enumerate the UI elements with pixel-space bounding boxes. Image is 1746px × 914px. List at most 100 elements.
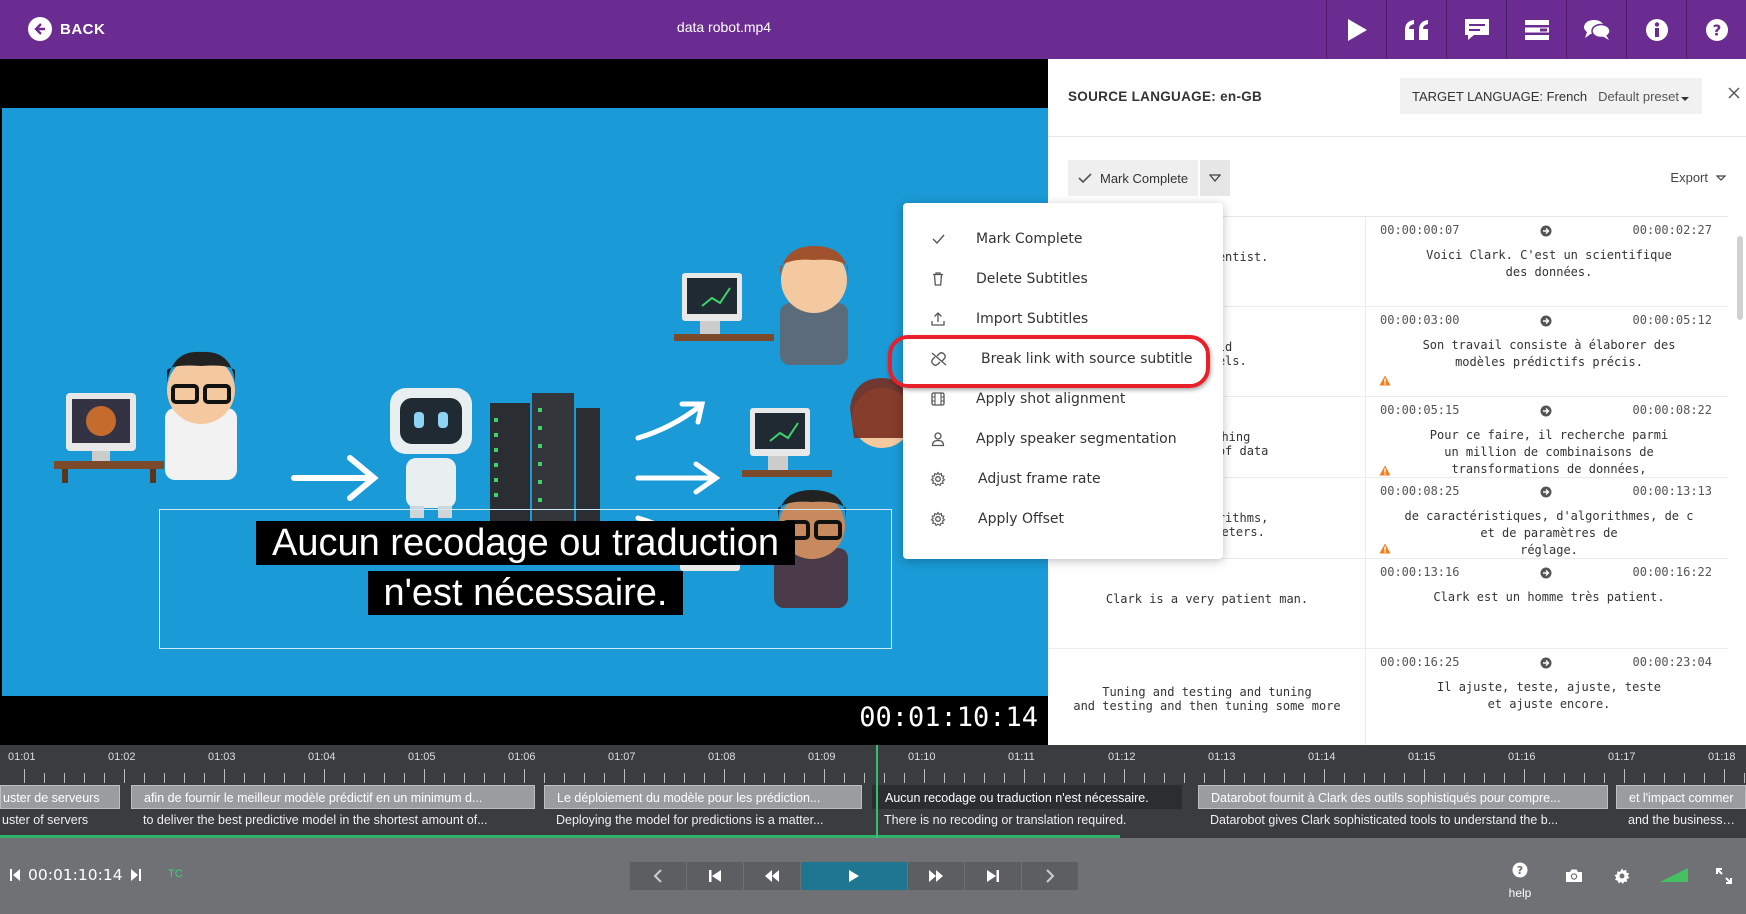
subtitle-overlay: Aucun recodage ou traduction n'est néces…	[159, 521, 892, 621]
fast-forward-button[interactable]	[908, 862, 964, 890]
timeline-tick	[1024, 769, 1025, 783]
info-icon[interactable]	[1626, 0, 1686, 59]
warning-icon[interactable]	[1379, 375, 1391, 389]
skip-to-end-button[interactable]	[965, 862, 1021, 890]
target-cell[interactable]: 00:00:00:07 00:00:02:27 Voici Clark. C'e…	[1368, 217, 1728, 306]
timeline-tick-label: 01:05	[408, 751, 436, 763]
svg-text:?: ?	[1517, 864, 1523, 877]
timeline-tick	[1264, 773, 1265, 783]
menu-item-apply-shot-alignment[interactable]: Apply shot alignment	[903, 379, 1223, 419]
menu-item-mark-complete[interactable]: Mark Complete	[903, 219, 1223, 259]
timeline-tick	[1204, 773, 1205, 783]
menu-item-delete-subtitles[interactable]: Delete Subtitles	[903, 259, 1223, 299]
timeline-tick-label: 01:07	[608, 751, 636, 763]
back-button[interactable]: BACK	[28, 16, 105, 42]
timeline-tick	[784, 773, 785, 783]
target-cell[interactable]: 00:00:08:25 00:00:13:13 de caractéristiq…	[1368, 478, 1728, 558]
transport-buttons	[630, 862, 1079, 890]
timeline[interactable]: 01:01 01:02 01:03 01:04 01:05 01:06 01:07 01:08…	[0, 745, 1746, 838]
warning-icon[interactable]	[1379, 465, 1391, 479]
skip-end-icon[interactable]	[130, 868, 141, 882]
track-segment[interactable]: uster de serveurs	[0, 785, 120, 809]
menu-item-break-link[interactable]: Break link with source subtitle	[903, 339, 1223, 379]
gear-icon[interactable]	[1614, 868, 1630, 889]
export-button[interactable]: Export	[1670, 170, 1726, 185]
caption-icon[interactable]	[1446, 0, 1506, 59]
subtitle-row[interactable]: Tuning and testing and tuning and testin…	[1048, 649, 1728, 745]
tc-badge[interactable]: TC	[168, 868, 183, 880]
playhead[interactable]	[876, 745, 878, 838]
track-segment[interactable]: There is no recoding or translation requ…	[872, 809, 1182, 833]
target-cell[interactable]: 00:00:03:00 00:00:05:12 Son travail cons…	[1368, 307, 1728, 396]
playback-controls: 00:01:10:14 TC ? help	[0, 838, 1746, 914]
timeline-tick	[484, 773, 485, 783]
next-frame-button[interactable]	[1022, 862, 1078, 890]
current-timecode: 00:01:10:14	[28, 866, 123, 884]
timeline-tick-label: 01:18	[1708, 751, 1736, 763]
track-segment[interactable]: to deliver the best predictive model in …	[131, 809, 535, 833]
target-language-select[interactable]: TARGET LANGUAGE: French Default preset	[1400, 78, 1702, 114]
track-segment[interactable]: uster of servers	[0, 809, 120, 833]
lines-icon[interactable]	[1506, 0, 1566, 59]
time-out: 00:00:16:22	[1632, 565, 1712, 579]
skip-to-start-button[interactable]	[687, 862, 743, 890]
menu-item-import-subtitles[interactable]: Import Subtitles	[903, 299, 1223, 339]
camera-icon[interactable]	[1565, 868, 1583, 888]
source-track[interactable]: uster of servers to deliver the best pre…	[0, 809, 1746, 833]
help-button[interactable]: ? help	[1505, 862, 1535, 900]
subtitle-line-1: Aucun recodage ou traduction	[255, 521, 796, 565]
timeline-tick	[1524, 769, 1525, 783]
volume-level-icon[interactable]	[1660, 868, 1688, 887]
subtitle-row[interactable]: Clark is a very patient man. 00:00:13:16…	[1048, 559, 1728, 649]
top-toolbar: ?	[1326, 0, 1746, 59]
track-segment-active[interactable]: Aucun recodage ou traduction n'est néces…	[872, 785, 1182, 809]
target-track[interactable]: uster de serveurs afin de fournir le mei…	[0, 785, 1746, 809]
time-out: 00:00:13:13	[1632, 484, 1712, 498]
source-cell[interactable]: Clark is a very patient man.	[1048, 559, 1366, 648]
time-in: 00:00:13:16	[1380, 565, 1460, 579]
play-button[interactable]	[801, 862, 907, 890]
menu-item-apply-offset[interactable]: Apply Offset	[903, 499, 1223, 539]
timeline-ruler[interactable]: 01:01 01:02 01:03 01:04 01:05 01:06 01:07 01:08…	[0, 745, 1746, 785]
timeline-tick	[624, 769, 625, 783]
rewind-button[interactable]	[744, 862, 800, 890]
timeline-tick	[384, 773, 385, 783]
timeline-tick-label: 01:12	[1108, 751, 1136, 763]
menu-item-adjust-frame-rate[interactable]: Adjust frame rate	[903, 459, 1223, 499]
warning-icon[interactable]	[1379, 543, 1391, 557]
track-segment[interactable]: and the business im	[1616, 809, 1746, 833]
track-segment[interactable]: Le déploiement du modèle pour les prédic…	[544, 785, 862, 809]
quote-icon[interactable]	[1386, 0, 1446, 59]
chat-icon[interactable]	[1566, 0, 1626, 59]
preset-label: Default preset	[1598, 88, 1679, 104]
track-segment[interactable]: afin de fournir le meilleur modèle prédi…	[131, 785, 535, 809]
track-segment[interactable]: Datarobot gives Clark sophisticated tool…	[1198, 809, 1608, 833]
track-segment[interactable]: et l'impact commer	[1616, 785, 1746, 809]
source-cell[interactable]: Tuning and testing and tuning and testin…	[1048, 649, 1366, 745]
target-cell[interactable]: 00:00:13:16 00:00:16:22 Clark est un hom…	[1368, 559, 1728, 648]
subtitle-editor-app: BACK data robot.mp4 ? Aucun recodage ou …	[0, 0, 1746, 914]
play-icon[interactable]	[1326, 0, 1386, 59]
previous-frame-button[interactable]	[630, 862, 686, 890]
track-segment[interactable]: Deploying the model for predictions is a…	[544, 809, 862, 833]
skip-start-icon[interactable]	[10, 868, 20, 882]
timeline-tick	[1344, 773, 1345, 783]
skip-end-icon	[987, 870, 999, 882]
timeline-tick	[724, 769, 725, 783]
close-icon[interactable]	[1728, 86, 1742, 100]
back-label: BACK	[60, 20, 106, 38]
scrollbar-thumb[interactable]	[1737, 236, 1743, 320]
target-cell[interactable]: 00:00:05:15 00:00:08:22 Pour ce faire, i…	[1368, 397, 1728, 477]
video-player[interactable]: Aucun recodage ou traduction n'est néces…	[0, 59, 1048, 745]
subtitle-list-scrollbar[interactable]	[1736, 216, 1744, 745]
target-cell[interactable]: 00:00:16:25 00:00:23:04 Il ajuste, teste…	[1368, 649, 1728, 745]
menu-item-apply-speaker-segmentation[interactable]: Apply speaker segmentation	[903, 419, 1223, 459]
mark-complete-dropdown-toggle[interactable]	[1200, 160, 1230, 196]
timeline-tick	[984, 773, 985, 783]
help-icon[interactable]: ?	[1686, 0, 1746, 59]
track-segment[interactable]: Datarobot fournit à Clark des outils sop…	[1198, 785, 1608, 809]
timeline-tick	[84, 773, 85, 783]
mark-complete-button[interactable]: Mark Complete	[1068, 160, 1198, 196]
fullscreen-icon[interactable]	[1716, 868, 1732, 889]
timeline-tick	[1044, 773, 1045, 783]
